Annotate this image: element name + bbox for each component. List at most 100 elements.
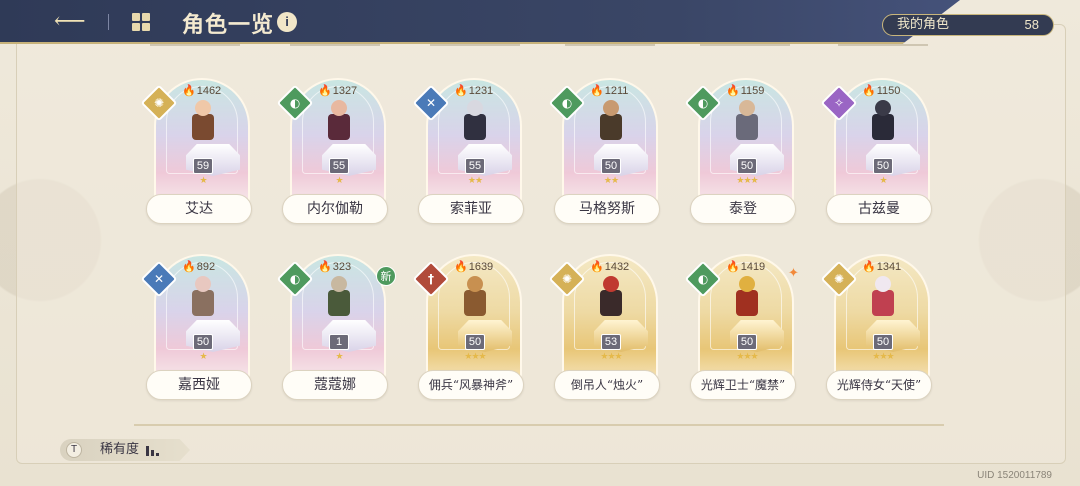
- power-rating: 🔥1231: [454, 84, 493, 97]
- character-name: 蔻蔻娜: [282, 370, 388, 400]
- character-name: 内尔伽勒: [282, 194, 388, 224]
- power-value: 1231: [468, 85, 494, 97]
- character-card[interactable]: 🔥1462 ✺ 59 ★ 艾达: [140, 78, 252, 228]
- character-card[interactable]: 🔥1159 ◐ 50 ★★★ 泰登: [684, 78, 796, 228]
- star-rating: ★★★: [464, 352, 486, 362]
- list-divider: [134, 424, 944, 426]
- character-name: 倒吊人“烛火”: [554, 370, 660, 400]
- character-card[interactable]: 🔥1327 ◐ 55 ★ 内尔伽勒: [276, 78, 388, 228]
- star-rating: ★★★: [736, 352, 758, 362]
- info-icon[interactable]: i: [277, 12, 297, 32]
- power-value: 1341: [876, 261, 902, 273]
- character-card[interactable]: 🔥892 ✕ 50 ★ 嘉西娅: [140, 254, 252, 404]
- character-sprite: [866, 276, 900, 320]
- top-header-bar: ⟵ 角色一览 i: [0, 0, 960, 44]
- character-name: 光辉卫士“魔禁”: [690, 370, 796, 400]
- flame-icon: 🔥: [862, 261, 876, 273]
- flame-icon: 🔥: [182, 85, 196, 97]
- character-level: 50: [193, 334, 213, 350]
- character-sprite: [322, 100, 356, 144]
- sort-label: 稀有度: [100, 442, 140, 457]
- power-value: 1432: [604, 261, 630, 273]
- my-characters-count: 58: [1024, 17, 1039, 32]
- character-level: 59: [193, 158, 213, 174]
- user-id: UID 1520011789: [977, 470, 1052, 481]
- character-level: 50: [873, 158, 893, 174]
- my-characters-label: 我的角色: [897, 17, 950, 32]
- character-sprite: [730, 276, 764, 320]
- character-card[interactable]: 🔥1432 ✺ 53 ★★★ 倒吊人“烛火”: [548, 254, 660, 404]
- power-value: 1159: [740, 85, 765, 97]
- character-sprite: [866, 100, 900, 144]
- character-name: 泰登: [690, 194, 796, 224]
- power-value: 1150: [876, 85, 901, 97]
- character-name: 光辉侍女“天使”: [826, 370, 932, 400]
- character-level: 55: [329, 158, 349, 174]
- character-name: 马格努斯: [554, 194, 660, 224]
- character-card[interactable]: 🔥323 ◐ 1 ★ 蔻蔻娜 新: [276, 254, 396, 404]
- power-value: 323: [332, 261, 352, 273]
- character-card[interactable]: 🔥1341 ✺ 50 ★★★ 光辉侍女“天使”: [820, 254, 932, 404]
- character-card[interactable]: 🔥1419 ◐ 50 ★★★ 光辉卫士“魔禁” ✦: [684, 254, 799, 404]
- character-level: 1: [329, 334, 349, 350]
- character-name: 索菲亚: [418, 194, 524, 224]
- star-rating: ★: [199, 352, 207, 362]
- character-sprite: [186, 276, 220, 320]
- character-sprite: [594, 276, 628, 320]
- power-value: 892: [196, 261, 216, 273]
- flame-icon: 🔥: [318, 85, 332, 97]
- character-level: 50: [465, 334, 485, 350]
- sparkle-icon: ✦: [788, 266, 799, 281]
- star-rating: ★: [335, 176, 343, 186]
- character-level: 55: [465, 158, 485, 174]
- back-arrow-icon[interactable]: ⟵: [54, 8, 86, 36]
- power-rating: 🔥1639: [454, 260, 493, 273]
- star-rating: ★★★: [600, 352, 622, 362]
- power-rating: 🔥1419: [726, 260, 765, 273]
- power-rating: 🔥1211: [590, 84, 628, 97]
- character-sprite: [186, 100, 220, 144]
- character-sprite: [322, 276, 356, 320]
- header-divider: [108, 14, 109, 30]
- power-value: 1211: [604, 85, 629, 97]
- flame-icon: 🔥: [590, 85, 604, 97]
- power-value: 1639: [468, 261, 494, 273]
- star-rating: ★: [335, 352, 343, 362]
- power-rating: 🔥892: [182, 260, 215, 273]
- my-characters-counter: 我的角色 58: [882, 14, 1054, 36]
- power-value: 1327: [332, 85, 358, 97]
- new-badge: 新: [376, 266, 396, 286]
- character-card[interactable]: 🔥1211 ◐ 50 ★★ 马格努斯: [548, 78, 660, 228]
- star-rating: ★★★: [736, 176, 758, 186]
- flame-icon: 🔥: [590, 261, 604, 273]
- character-sprite: [730, 100, 764, 144]
- star-rating: ★★: [467, 176, 483, 186]
- character-card[interactable]: 🔥1231 ✕ 55 ★★ 索菲亚: [412, 78, 524, 228]
- power-rating: 🔥1341: [862, 260, 901, 273]
- character-sprite: [458, 100, 492, 144]
- character-name: 古兹曼: [826, 194, 932, 224]
- character-sprite: [594, 100, 628, 144]
- star-rating: ★: [879, 176, 887, 186]
- character-card[interactable]: 🔥1639 † 50 ★★★ 佣兵“风暴神斧”: [412, 254, 524, 404]
- power-rating: 🔥323: [318, 260, 351, 273]
- menu-grid-icon[interactable]: [132, 13, 150, 31]
- character-level: 50: [873, 334, 893, 350]
- flame-icon: 🔥: [182, 261, 196, 273]
- top-tab-indicators: [0, 44, 1080, 48]
- character-sprite: [458, 276, 492, 320]
- star-rating: ★★★: [872, 352, 894, 362]
- character-card[interactable]: 🔥1150 ✧ 50 ★ 古兹曼: [820, 78, 932, 228]
- sort-by-rarity-button[interactable]: T 稀有度: [60, 439, 190, 461]
- power-rating: 🔥1159: [726, 84, 764, 97]
- flame-icon: 🔥: [454, 261, 468, 273]
- power-value: 1419: [740, 261, 766, 273]
- power-rating: 🔥1462: [182, 84, 221, 97]
- character-level: 50: [601, 158, 621, 174]
- star-rating: ★: [199, 176, 207, 186]
- character-name: 嘉西娅: [146, 370, 252, 400]
- character-level: 53: [601, 334, 621, 350]
- sort-bars-icon: [146, 446, 160, 456]
- flame-icon: 🔥: [454, 85, 468, 97]
- flame-icon: 🔥: [862, 85, 876, 97]
